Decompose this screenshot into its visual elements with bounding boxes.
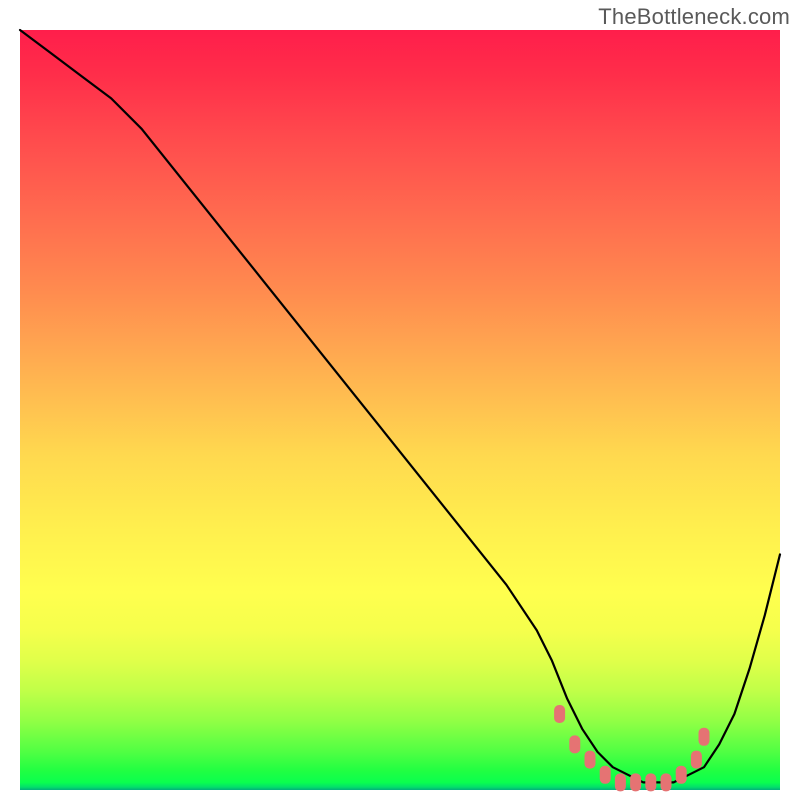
optimal-marker xyxy=(569,735,580,753)
optimal-marker xyxy=(661,773,672,791)
optimal-marker xyxy=(554,705,565,723)
optimal-marker xyxy=(585,751,596,769)
optimal-marker xyxy=(630,773,641,791)
watermark-text: TheBottleneck.com xyxy=(598,4,790,30)
chart-frame: TheBottleneck.com xyxy=(0,0,800,800)
optimal-marker xyxy=(699,728,710,746)
optimal-marker xyxy=(615,773,626,791)
optimal-marker xyxy=(600,766,611,784)
optimal-marker xyxy=(676,766,687,784)
plot-area xyxy=(20,30,780,790)
optimal-marker xyxy=(691,751,702,769)
optimal-marker xyxy=(645,773,656,791)
bottleneck-curve-line xyxy=(20,30,780,782)
chart-overlay xyxy=(20,30,780,790)
